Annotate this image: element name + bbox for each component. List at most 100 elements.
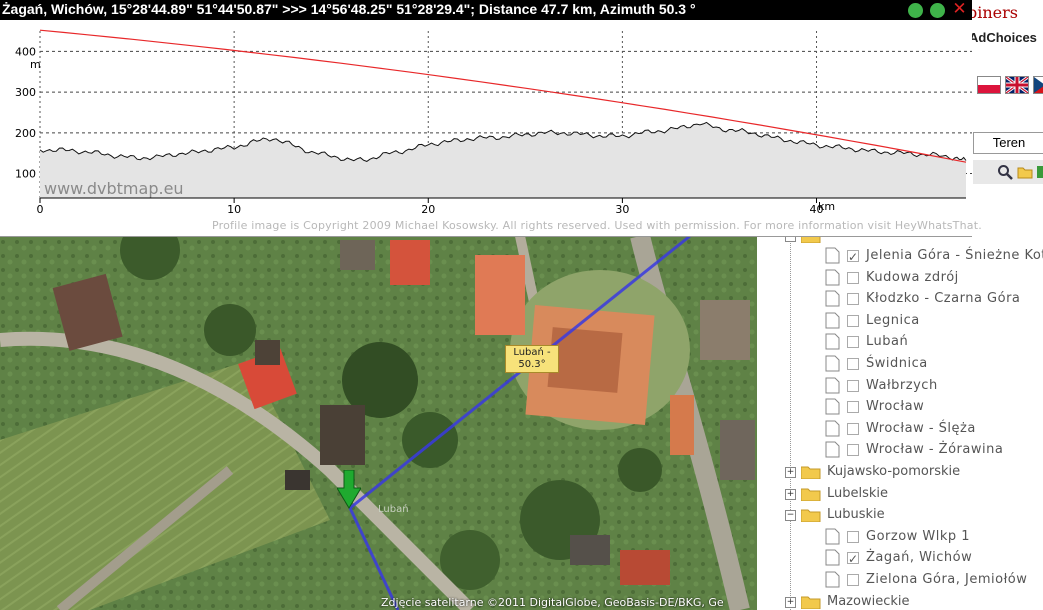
page-icon: [825, 398, 840, 415]
bubble-line-name: Lubań -: [513, 347, 551, 358]
ad-text[interactable]: biners: [967, 3, 1018, 22]
y-tick-label: 200: [15, 127, 36, 140]
language-flags: [977, 76, 1043, 94]
folder-icon: [801, 596, 821, 609]
item-checkbox[interactable]: [847, 401, 859, 413]
tree-category-lubelskie[interactable]: + Lubelskie: [757, 484, 1043, 504]
x-unit-label: km: [818, 200, 835, 213]
y-tick-label: 100: [15, 168, 36, 181]
tree-item[interactable]: Gorzow Wlkp 1: [757, 527, 1043, 547]
tree-item-label: Kudowa zdrój: [866, 270, 959, 285]
page-icon: [825, 420, 840, 437]
tree-item-label: Żagań, Wichów: [866, 550, 973, 565]
page-icon: [825, 333, 840, 350]
expand-toggle-icon[interactable]: +: [785, 489, 796, 500]
tree-item[interactable]: Świdnica: [757, 354, 1043, 374]
tree-category-kujawsko-pomorskie[interactable]: + Kujawsko-pomorskie: [757, 462, 1043, 482]
item-checkbox[interactable]: [847, 380, 859, 392]
adchoices-link[interactable]: AdChoices: [969, 30, 1037, 45]
x-tick-label: 20: [421, 203, 435, 216]
expand-toggle-icon[interactable]: +: [785, 467, 796, 478]
tree-category-label: Lubuskie: [827, 507, 885, 522]
tree-item-label: Wrocław - Żórawina: [866, 442, 1004, 457]
tree-item-label: Jelenia Góra - Śnieżne Kotły: [866, 248, 1043, 263]
tree-item-label: Kłodzko - Czarna Góra: [866, 291, 1021, 306]
item-checkbox[interactable]: [847, 423, 859, 435]
page-icon: [825, 269, 840, 286]
x-tick-label: 0: [37, 203, 44, 216]
item-checkbox[interactable]: [847, 247, 859, 267]
tree-item[interactable]: Żagań, Wichów: [757, 548, 1043, 569]
page-icon: [825, 247, 840, 264]
tree-category-lubuskie[interactable]: − Lubuskie: [757, 505, 1043, 525]
tree-item-label: Wrocław - Ślęża: [866, 421, 976, 436]
folder-icon: [801, 466, 821, 479]
bubble-line-azimuth: 50.3°: [518, 359, 546, 370]
tree-item-label: Wrocław: [866, 399, 925, 414]
tree-item-label: Gorzow Wlkp 1: [866, 529, 971, 544]
page-icon: [825, 549, 840, 566]
item-checkbox[interactable]: [847, 531, 859, 543]
page-icon: [825, 312, 840, 329]
item-checkbox[interactable]: [847, 293, 859, 305]
tree-item[interactable]: Wałbrzych: [757, 376, 1043, 396]
y-tick-label: 400: [15, 45, 36, 58]
item-checkbox[interactable]: [847, 549, 859, 569]
folder-icon[interactable]: [1017, 164, 1033, 180]
tree-item[interactable]: Legnica: [757, 311, 1043, 331]
map-toolbar: [973, 160, 1043, 184]
tree-category-label: Mazowieckie: [827, 594, 910, 609]
svg-text:Lubań: Lubań: [378, 503, 409, 515]
page-icon: [825, 377, 840, 394]
tree-item[interactable]: Lubań: [757, 332, 1043, 352]
y-unit-label: m: [30, 58, 41, 71]
item-checkbox[interactable]: [847, 358, 859, 370]
x-tick-label: 10: [227, 203, 241, 216]
tree-item[interactable]: Wrocław - Żórawina: [757, 440, 1043, 460]
tree-category-label: Kujawsko-pomorskie: [827, 464, 961, 479]
page-icon: [825, 571, 840, 588]
tree-item-label: Lubań: [866, 334, 909, 349]
elevation-chart: 1002003004000 10 20 30 40 www.dvbtmap.eu m k…: [15, 29, 972, 216]
item-checkbox[interactable]: [847, 336, 859, 348]
map-copyright: Zdjęcie satelitarne ©2011 DigitalGlobe, …: [381, 596, 724, 609]
tree-category-label: Lubelskie: [827, 486, 889, 501]
collapse-toggle-icon[interactable]: −: [785, 510, 796, 521]
search-icon[interactable]: [997, 164, 1013, 180]
tree-item[interactable]: Zielona Góra, Jemiołów: [757, 570, 1043, 590]
tree-item-label: Wałbrzych: [866, 378, 938, 393]
item-checkbox[interactable]: [847, 315, 859, 327]
x-tick-label: 30: [615, 203, 629, 216]
tree-item-label: Zielona Góra, Jemiołów: [866, 572, 1028, 587]
item-checkbox[interactable]: [847, 574, 859, 586]
profile-titlebar[interactable]: Żagań, Wichów, 15°28'44.89" 51°44'50.87"…: [0, 0, 972, 20]
tree-item[interactable]: Jelenia Góra - Śnieżne Kotły: [757, 246, 1043, 267]
tree-category-mazowieckie[interactable]: + Mazowieckie: [757, 592, 1043, 610]
minimize-button-icon[interactable]: [908, 3, 923, 18]
terrain-button[interactable]: Teren: [973, 132, 1043, 154]
chart-watermark: www.dvbtmap.eu: [44, 179, 184, 198]
tree-item[interactable]: Kudowa zdrój: [757, 268, 1043, 288]
tree-item[interactable]: Kłodzko - Czarna Góra: [757, 289, 1043, 309]
y-tick-label: 300: [15, 86, 36, 99]
layers-icon[interactable]: [1035, 164, 1043, 180]
item-checkbox[interactable]: [847, 444, 859, 456]
profile-title: Żagań, Wichów, 15°28'44.89" 51°44'50.87"…: [2, 1, 696, 17]
item-checkbox[interactable]: [847, 272, 859, 284]
page-icon: [825, 355, 840, 372]
tree-item[interactable]: Wrocław: [757, 397, 1043, 417]
folder-open-icon: [801, 509, 821, 522]
flag-pl-icon[interactable]: [977, 76, 1001, 94]
location-marker-icon[interactable]: [337, 470, 361, 510]
expand-toggle-icon[interactable]: +: [785, 597, 796, 608]
page-icon: [825, 528, 840, 545]
elevation-profile-window: Żagań, Wichów, 15°28'44.89" 51°44'50.87"…: [0, 0, 982, 237]
tree-item-label: Świdnica: [866, 356, 928, 371]
flag-cz-icon[interactable]: [1033, 76, 1043, 94]
close-icon[interactable]: ✕: [951, 1, 968, 18]
maximize-button-icon[interactable]: [930, 3, 945, 18]
page-icon: [825, 290, 840, 307]
transmitter-bubble[interactable]: Lubań - 50.3°: [505, 345, 559, 373]
flag-gb-icon[interactable]: [1005, 76, 1029, 94]
tree-item[interactable]: Wrocław - Ślęża: [757, 419, 1043, 439]
